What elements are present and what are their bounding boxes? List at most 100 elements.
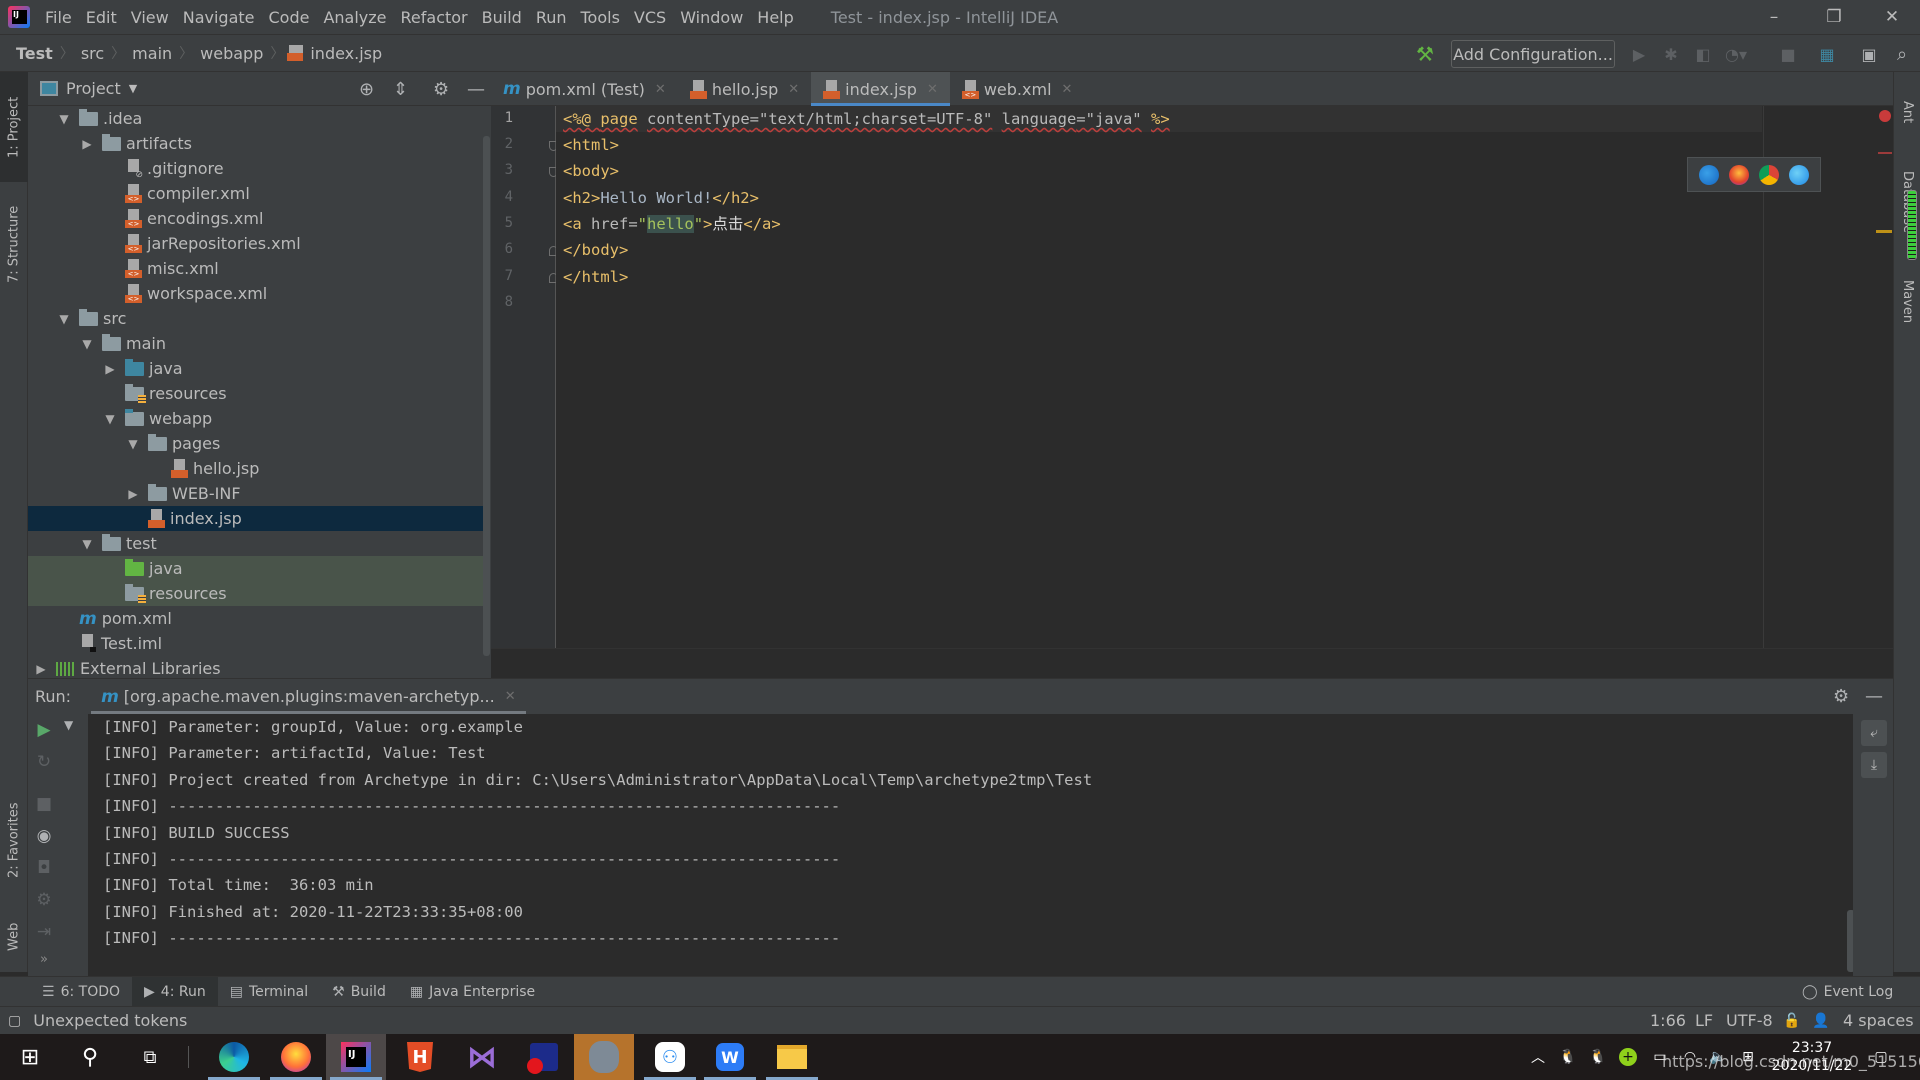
gear-icon[interactable]: ⚙ [433,79,449,100]
file-encoding[interactable]: UTF-8 [1726,1011,1773,1030]
file-explorer-app-icon[interactable] [762,1034,822,1080]
tree-item[interactable]: m pom.xml [28,606,483,631]
project-view-selector[interactable]: Project [66,79,121,98]
warning-mark[interactable] [1876,230,1892,233]
intellij-app-icon[interactable]: IJ [326,1034,386,1080]
status-panel-icon[interactable]: ▢ [8,1013,21,1029]
menu-navigate[interactable]: Navigate [176,8,262,27]
breadcrumb-index-jsp[interactable]: index.jsp [308,44,384,63]
locate-file-icon[interactable]: ⊕ [359,79,374,100]
stop-icon[interactable]: ■ [28,794,60,814]
tool-tab-favorites[interactable]: 2: Favorites [0,790,28,890]
firefox-browser-icon[interactable] [1729,164,1749,185]
hide-panel-icon[interactable]: — [467,79,485,100]
console-output[interactable]: [INFO] Parameter: groupId, Value: org.ex… [88,714,1868,976]
tool-tab-maven[interactable]: Maven [1894,262,1920,342]
qq-tray-icon[interactable]: 🐧 [1586,1034,1610,1080]
tool-tab-structure[interactable]: 7: Structure [0,184,28,304]
close-button[interactable]: ✕ [1862,0,1920,34]
expand-arrow-down-icon[interactable]: ▼ [57,312,71,326]
settings-restore-icon[interactable]: ⚙ [28,890,60,910]
profile-icon[interactable]: ◔▾ [1724,42,1748,66]
tool-tab-project[interactable]: 1: Project [0,72,28,182]
intellij-logo-icon[interactable] [8,6,30,28]
more-icon[interactable]: » [28,952,60,967]
menu-window[interactable]: Window [673,8,750,27]
tree-item[interactable]: ▶ java [28,356,483,381]
tab-index-jsp[interactable]: index.jsp ✕ [811,72,950,107]
menu-file[interactable]: File [38,8,79,27]
tool-tab-terminal[interactable]: ▤ Terminal [218,977,320,1007]
indent-setting[interactable]: 4 spaces [1843,1011,1914,1030]
tool-tab-build[interactable]: ⚒ Build [320,977,398,1007]
tree-item[interactable]: ▼ test [28,531,483,556]
tool-tab-web[interactable]: Web [0,902,28,972]
terminal-window-icon[interactable]: ▣ [1857,42,1881,66]
stop-icon[interactable]: ■ [1776,42,1800,66]
tool-tab-run[interactable]: ▶ 4: Run [132,976,218,1007]
tree-item[interactable]: ▶ artifacts [28,131,483,156]
chevron-down-icon[interactable]: ▼ [129,82,137,95]
menu-code[interactable]: Code [262,8,317,27]
collapse-all-icon[interactable]: ⇕ [393,79,408,100]
menu-run[interactable]: Run [529,8,574,27]
task-view-icon[interactable]: ⧉ [120,1034,180,1080]
breadcrumb-main[interactable]: main [130,44,174,63]
tool-tab-java-enterprise[interactable]: ▦ Java Enterprise [398,977,547,1007]
security-tray-icon[interactable]: + [1616,1034,1640,1080]
tree-item[interactable]: encodings.xml [28,206,483,231]
line-separator[interactable]: LF [1695,1011,1713,1030]
run-icon[interactable]: ▶ [1627,42,1651,66]
minimize-button[interactable]: – [1744,0,1804,34]
menu-view[interactable]: View [124,8,176,27]
view-eye-icon[interactable]: ◉ [28,826,60,846]
gear-icon[interactable]: ⚙ [1833,686,1849,707]
tree-item[interactable]: jarRepositories.xml [28,231,483,256]
close-tab-icon[interactable]: ✕ [1062,82,1073,97]
exit-icon[interactable]: ⇥ [28,922,60,942]
tree-item[interactable]: index.jsp [28,506,483,531]
event-log-button[interactable]: ◯ Event Log [1790,977,1905,1007]
tree-item[interactable]: hello.jsp [28,456,483,481]
project-tree-scrollbar[interactable] [483,136,490,656]
tab-pom-xml[interactable]: m pom.xml (Test) ✕ [491,72,678,106]
tree-item[interactable]: resources [28,381,483,406]
tree-item[interactable]: ▼ pages [28,431,483,456]
ie-browser-icon[interactable] [1789,164,1809,185]
edge-browser-icon[interactable] [1699,164,1719,185]
project-structure-icon[interactable]: ▦ [1815,42,1839,66]
run-config-tab[interactable]: m [org.apache.maven.plugins:maven-archet… [91,679,526,715]
expand-tree-icon[interactable]: ▼ [64,718,73,732]
firefox-app-icon[interactable] [266,1034,326,1080]
expand-arrow-down-icon[interactable]: ▼ [80,337,94,351]
search-icon[interactable]: ⚲ [60,1034,120,1080]
expand-arrow-down-icon[interactable]: ▼ [57,112,71,126]
tree-item[interactable]: java [28,556,483,581]
add-configuration-button[interactable]: Add Configuration... [1451,40,1615,68]
restore-button[interactable]: ❐ [1804,0,1864,34]
baidu-netdisk-app-icon[interactable]: ⚇ [640,1034,700,1080]
logic-sim-app-icon[interactable] [514,1034,574,1080]
tree-item[interactable]: workspace.xml [28,281,483,306]
rerun-failed-icon[interactable]: ↻ [28,752,60,772]
close-tab-icon[interactable]: ✕ [655,82,666,97]
expand-arrow-down-icon[interactable]: ▼ [126,437,140,451]
hbuilder-app-icon[interactable]: H [390,1034,450,1080]
lock-open-icon[interactable]: 🔓 [1783,1013,1800,1029]
camera-icon[interactable]: ◘ [28,858,60,878]
breadcrumb-test[interactable]: Test [14,44,55,63]
close-tab-icon[interactable]: ✕ [788,82,799,97]
error-indicator-icon[interactable] [1879,110,1891,122]
tree-item[interactable]: ▼ main [28,331,483,356]
scroll-to-end-icon[interactable]: ⤓ [1861,752,1887,778]
tray-chevron-up-icon[interactable]: ︿ [1526,1034,1550,1080]
menu-refactor[interactable]: Refactor [394,8,475,27]
expand-arrow-right-icon[interactable]: ▶ [34,662,48,676]
tree-item[interactable]: Test.iml [28,631,483,656]
menu-vcs[interactable]: VCS [627,8,673,27]
tool-tab-todo[interactable]: ☰ 6: TODO [30,977,132,1007]
tree-item[interactable]: misc.xml [28,256,483,281]
tree-item[interactable]: .gitignore [28,156,483,181]
tree-item[interactable]: ▶ WEB-INF [28,481,483,506]
menu-edit[interactable]: Edit [79,8,124,27]
